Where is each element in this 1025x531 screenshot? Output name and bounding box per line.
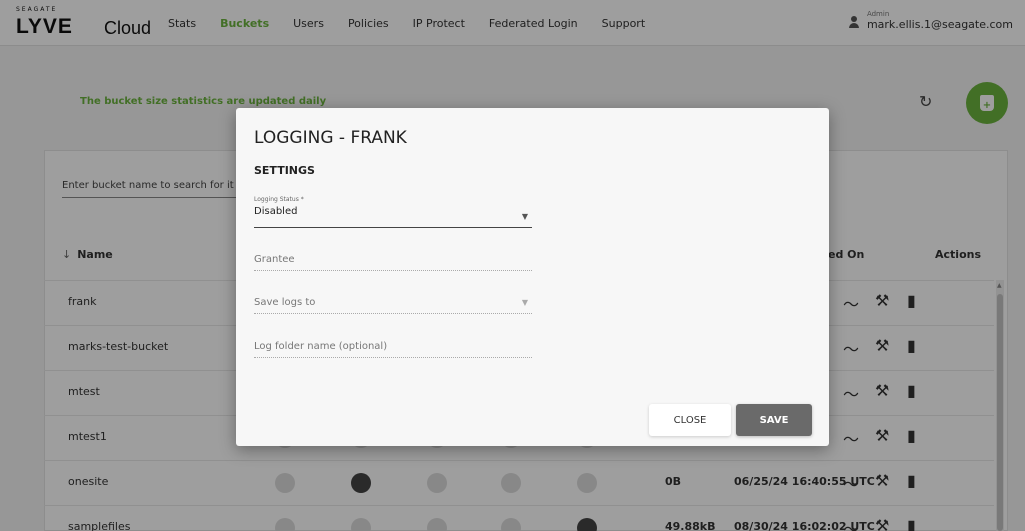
chevron-down-icon: ▼ — [521, 298, 528, 307]
save-logs-to-placeholder: Save logs to — [254, 297, 316, 308]
save-logs-to-select[interactable]: Save logs to ▼ — [254, 297, 532, 314]
logging-status-label: Logging Status * — [254, 196, 304, 203]
grantee-placeholder: Grantee — [254, 254, 295, 265]
logging-status-value: Disabled — [254, 206, 298, 217]
log-folder-name-placeholder: Log folder name (optional) — [254, 341, 388, 352]
save-button[interactable]: SAVE — [736, 404, 812, 436]
grantee-field[interactable]: Grantee — [254, 254, 532, 271]
chevron-down-icon: ▼ — [521, 212, 528, 221]
settings-section-heading: SETTINGS — [254, 164, 315, 177]
dialog-title: LOGGING - FRANK — [254, 128, 407, 148]
logging-settings-dialog: LOGGING - FRANK SETTINGS Logging Status … — [236, 108, 829, 446]
logging-status-select[interactable]: Logging Status * Disabled ▼ — [254, 196, 532, 228]
log-folder-name-field[interactable]: Log folder name (optional) — [254, 341, 532, 358]
close-button[interactable]: CLOSE — [649, 404, 731, 436]
